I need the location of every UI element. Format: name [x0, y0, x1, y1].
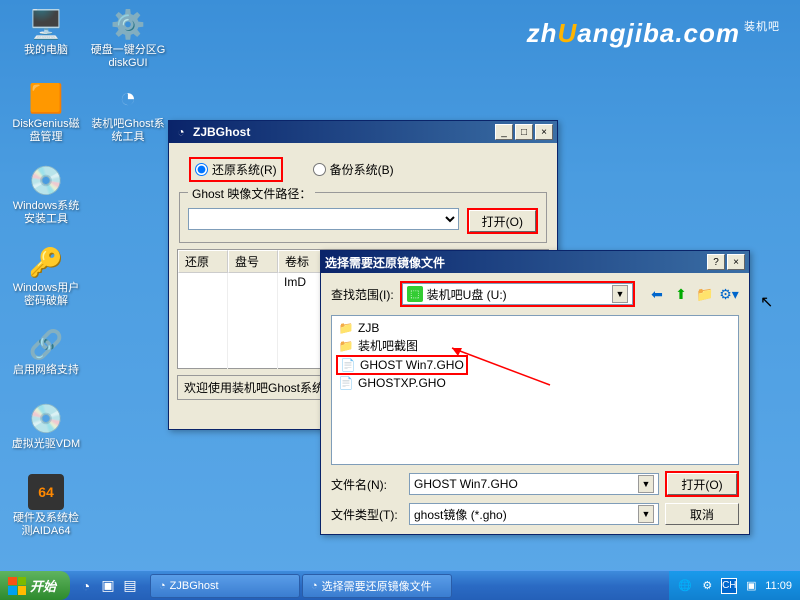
backup-radio[interactable]: 备份系统(B)	[313, 161, 394, 178]
taskbar-button[interactable]: ◔ ZJBGhost	[150, 574, 300, 598]
chevron-down-icon[interactable]: ▼	[638, 505, 654, 523]
tray-icon[interactable]: 🌐	[677, 578, 693, 594]
file-icon: 📁	[338, 321, 354, 335]
cancel-button[interactable]: 取消	[665, 503, 739, 525]
lang-indicator[interactable]: CH	[721, 578, 737, 594]
taskbar-button[interactable]: ◔ 选择需要还原镜像文件	[302, 574, 452, 598]
desktop-icon[interactable]: 64硬件及系统检测AIDA64	[8, 474, 84, 538]
up-icon[interactable]: ⬆	[671, 284, 691, 304]
tray-icon[interactable]: ▣	[743, 578, 759, 594]
open-button[interactable]: 打开(O)	[469, 210, 536, 232]
lookin-combo[interactable]: ⬚ 装机吧U盘 (U:) ▼	[402, 283, 633, 305]
app-icon: 64	[28, 474, 64, 510]
desktop-icon[interactable]: 💿 虚拟光驱VDM	[8, 400, 84, 451]
file-name: 装机吧截图	[358, 337, 418, 354]
system-tray[interactable]: 🌐 ⚙ CH ▣ 11:09	[669, 571, 800, 600]
icon-label: 硬盘一键分区GdiskGUI	[90, 44, 166, 70]
file-dialog: 选择需要还原镜像文件 ? × 查找范围(I): ⬚ 装机吧U盘 (U:) ▼ ⬅…	[320, 250, 750, 535]
file-name: ZJB	[358, 321, 379, 335]
app-icon: ⚙️	[110, 6, 146, 42]
file-icon: 📄	[338, 376, 354, 390]
app-icon: 🟧	[28, 80, 64, 116]
file-icon: 📄	[340, 358, 356, 372]
quicklaunch-icon[interactable]: ▣	[98, 576, 118, 596]
tray-icon[interactable]: ⚙	[699, 578, 715, 594]
restore-radio[interactable]: 还原系统(R)	[195, 161, 277, 178]
desktop-icon[interactable]: ◔装机吧Ghost系统工具	[90, 80, 166, 144]
fdlg-titlebar[interactable]: 选择需要还原镜像文件 ? ×	[321, 251, 749, 273]
minimize-button[interactable]: _	[495, 124, 513, 140]
app-icon: 🔑	[28, 244, 64, 280]
desktop-icon[interactable]: 🖥️ 我的电脑	[8, 6, 84, 57]
desktop-icon[interactable]: 🟧DiskGenius磁盘管理	[8, 80, 84, 144]
path-fieldset: Ghost 映像文件路径： 打开(O)	[179, 192, 547, 243]
lookin-label: 查找范围(I):	[331, 286, 394, 303]
file-icon: 📁	[338, 339, 354, 353]
zjb-title: ZJBGhost	[193, 125, 495, 139]
list-item[interactable]: 📄 GHOSTXP.GHO	[336, 375, 734, 391]
back-icon[interactable]: ⬅	[647, 284, 667, 304]
chevron-down-icon[interactable]: ▼	[612, 285, 628, 303]
app-icon: 💿	[28, 400, 64, 436]
watermark: zhUangjiba.com装机吧	[527, 18, 780, 49]
icon-label: Windows系统安装工具	[8, 200, 84, 226]
task-icon: ◔	[159, 580, 166, 592]
icon-label: 装机吧Ghost系统工具	[90, 118, 166, 144]
quicklaunch-icon[interactable]: ◔	[76, 576, 96, 596]
file-name: GHOSTXP.GHO	[358, 376, 446, 390]
taskbar: 开始 ◔ ▣ ▤ ◔ ZJBGhost ◔ 选择需要还原镜像文件 🌐 ⚙ CH ▣ 1…	[0, 570, 800, 600]
icon-label: 虚拟光驱VDM	[8, 438, 84, 451]
icon-label: Windows用户密码破解	[8, 282, 84, 308]
clock[interactable]: 11:09	[765, 580, 792, 592]
icon-label: DiskGenius磁盘管理	[8, 118, 84, 144]
list-item[interactable]: 📄 GHOST Win7.GHO	[336, 355, 468, 375]
app-icon: 💿	[28, 162, 64, 198]
open-button[interactable]: 打开(O)	[667, 473, 737, 495]
restore-radio-highlight: 还原系统(R)	[189, 157, 283, 182]
view-icon[interactable]: ⚙▾	[719, 284, 739, 304]
filetype-combo[interactable]: ghost镜像 (*.gho) ▼	[409, 503, 659, 525]
task-icon: ◔	[311, 580, 318, 592]
desktop-icon[interactable]: 🔑Windows用户密码破解	[8, 244, 84, 308]
new-folder-icon[interactable]: 📁	[695, 284, 715, 304]
filename-label: 文件名(N):	[331, 476, 403, 493]
icon-label: 我的电脑	[8, 44, 84, 57]
zjb-titlebar[interactable]: ◔ ZJBGhost _ □ ×	[169, 121, 557, 143]
task-label: 选择需要还原镜像文件	[322, 578, 432, 594]
chevron-down-icon[interactable]: ▼	[638, 475, 654, 493]
close-button[interactable]: ×	[535, 124, 553, 140]
list-item[interactable]: 📁 装机吧截图	[336, 336, 734, 355]
list-item[interactable]: 📁 ZJB	[336, 320, 734, 336]
start-button[interactable]: 开始	[0, 571, 70, 600]
filename-combo[interactable]: GHOST Win7.GHO ▼	[409, 473, 659, 495]
file-name: GHOST Win7.GHO	[360, 358, 464, 372]
windows-icon	[8, 577, 26, 595]
app-icon: 🔗	[28, 326, 64, 362]
help-button[interactable]: ?	[707, 254, 725, 270]
app-icon: ◔	[110, 80, 146, 116]
quicklaunch-icon[interactable]: ▤	[120, 576, 140, 596]
icon-label: 硬件及系统检测AIDA64	[8, 512, 84, 538]
drive-icon: ⬚	[407, 286, 423, 302]
task-label: ZJBGhost	[170, 580, 219, 592]
desktop-icon[interactable]: 💿Windows系统安装工具	[8, 162, 84, 226]
file-list[interactable]: 📁ZJB📁装机吧截图📄GHOST Win7.GHO📄GHOSTXP.GHO	[331, 315, 739, 465]
app-icon: ◔	[173, 124, 189, 140]
desktop-icon[interactable]: 🔗 启用网络支持	[8, 326, 84, 377]
filetype-label: 文件类型(T):	[331, 506, 403, 523]
path-combo[interactable]	[188, 208, 459, 230]
maximize-button[interactable]: □	[515, 124, 533, 140]
desktop-icon[interactable]: ⚙️硬盘一键分区GdiskGUI	[90, 6, 166, 70]
icon-label: 启用网络支持	[8, 364, 84, 377]
fdlg-title: 选择需要还原镜像文件	[325, 254, 707, 271]
app-icon: 🖥️	[28, 6, 64, 42]
close-button[interactable]: ×	[727, 254, 745, 270]
